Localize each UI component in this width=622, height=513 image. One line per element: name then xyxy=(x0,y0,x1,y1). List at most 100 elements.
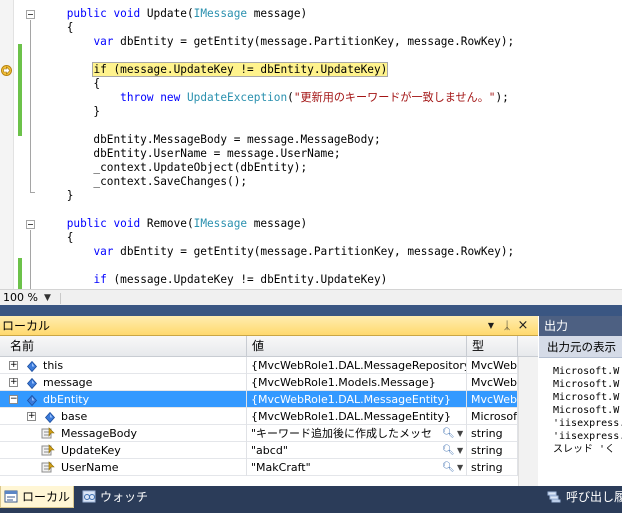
property-icon xyxy=(41,427,55,440)
pin-icon[interactable]: ᛣ xyxy=(500,318,514,333)
window-menu-icon[interactable]: ▼ xyxy=(484,318,498,333)
locals-row[interactable]: + message {MvcWebRole1.Models.Message} MvcW… xyxy=(0,374,538,391)
visualizer-dropdown-icon[interactable]: ▼ xyxy=(457,459,463,476)
current-statement: if (message.UpdateKey != dbEntity.Update… xyxy=(92,62,389,77)
value-cell[interactable]: "キーワード追加後に作成したメッセ 🔍︎ ▼ xyxy=(247,425,467,442)
code-token: { xyxy=(40,21,74,34)
call-stack-icon xyxy=(547,491,561,503)
tab-locals[interactable]: ローカル xyxy=(0,486,74,508)
collapse-icon[interactable]: − xyxy=(9,395,18,404)
variable-value: {MvcWebRole1.Models.Message} xyxy=(251,376,436,389)
code-line[interactable]: _context.SaveChanges(); xyxy=(40,175,247,189)
output-line: 'iisexpress. xyxy=(553,431,622,442)
variable-type: MvcWeb xyxy=(471,359,518,372)
locals-row[interactable]: + this {MvcWebRole1.DAL.MessageRepository}… xyxy=(0,357,538,374)
code-line[interactable]: { xyxy=(40,21,74,35)
visualizer-dropdown-icon[interactable]: ▼ xyxy=(457,442,463,459)
locals-row[interactable]: MessageBody "キーワード追加後に作成したメッセ 🔍︎ ▼ string xyxy=(0,425,538,442)
output-source-bar: 出力元の表示 xyxy=(539,336,622,358)
locals-row[interactable]: − dbEntity {MvcWebRole1.DAL.MessageEntity}… xyxy=(0,391,538,408)
value-cell[interactable]: {MvcWebRole1.DAL.MessageRepository} xyxy=(247,357,467,374)
collapse-update-icon[interactable] xyxy=(26,10,35,19)
close-icon[interactable]: × xyxy=(516,318,530,333)
output-source-label: 出力元の表示 xyxy=(547,340,616,354)
property-icon xyxy=(41,444,55,457)
variable-type: MvcWeb xyxy=(471,376,518,389)
magnifier-icon[interactable]: 🔍︎ xyxy=(442,459,455,476)
variable-icon xyxy=(44,411,56,424)
code-line[interactable]: throw new UpdateException("更新用のキーワードが一致し… xyxy=(40,91,509,105)
code-line[interactable]: { xyxy=(40,77,100,91)
code-token: { xyxy=(40,77,101,90)
locals-title-bar[interactable]: ローカル ▼ ᛣ × xyxy=(0,316,538,336)
expand-icon[interactable]: + xyxy=(9,378,18,387)
value-cell[interactable]: {MvcWebRole1.DAL.MessageEntity} xyxy=(247,408,467,425)
code-token: (message.UpdateKey != dbEntity.UpdateKey… xyxy=(106,273,388,286)
code-token: ( xyxy=(287,91,294,104)
code-line[interactable]: if (message.UpdateKey != dbEntity.Update… xyxy=(40,62,389,77)
panel-splitter[interactable] xyxy=(0,305,622,316)
value-cell[interactable]: "MakCraft" 🔍︎ ▼ xyxy=(247,459,467,476)
variable-value: {MvcWebRole1.DAL.MessageEntity} xyxy=(251,393,451,406)
collapse-remove-icon[interactable] xyxy=(26,220,35,229)
locals-title: ローカル xyxy=(2,319,51,333)
code-editor[interactable]: public void Update(IMessage message) { v… xyxy=(0,0,622,289)
locals-row[interactable]: UserName "MakCraft" 🔍︎ ▼ string xyxy=(0,459,538,476)
code-token: void xyxy=(113,217,141,230)
code-line[interactable]: _context.UpdateObject(dbEntity); xyxy=(40,161,307,175)
tab-locals-label: ローカル xyxy=(22,490,71,504)
zoom-dropdown-icon[interactable]: ▼ xyxy=(44,291,51,305)
zoom-separator xyxy=(60,293,61,304)
code-line[interactable]: public void Remove(IMessage message) xyxy=(40,217,307,231)
column-header-value[interactable]: 値 xyxy=(247,336,467,357)
locals-row[interactable]: UpdateKey "abcd" 🔍︎ ▼ string xyxy=(0,442,538,459)
code-line[interactable]: dbEntity.MessageBody = message.MessageBo… xyxy=(40,133,380,147)
visualizer-dropdown-icon[interactable]: ▼ xyxy=(457,425,463,442)
code-token: IMessage xyxy=(193,7,248,20)
code-token: { xyxy=(40,231,74,244)
code-token: dbEntity.UserName = message.UserName; xyxy=(40,147,341,160)
column-header-type[interactable]: 型 xyxy=(467,336,518,357)
code-line[interactable]: var dbEntity = getEntity(message.Partiti… xyxy=(40,245,514,259)
column-header-name[interactable]: 名前 xyxy=(0,336,247,357)
output-line: Microsoft.W xyxy=(553,392,620,403)
change-tracking-bar xyxy=(18,0,22,289)
expand-icon[interactable]: + xyxy=(9,361,18,370)
type-cell: Microsof xyxy=(467,408,518,425)
variable-type: string xyxy=(471,427,503,440)
code-line[interactable]: var dbEntity = getEntity(message.Partiti… xyxy=(40,35,514,49)
locals-row[interactable]: + base {MvcWebRole1.DAL.MessageEntity} Micr… xyxy=(0,408,538,425)
editor-status-bar: 100 % ▼ xyxy=(0,289,622,305)
variable-name: base xyxy=(61,410,88,423)
zoom-level[interactable]: 100 % xyxy=(3,291,38,305)
variable-value: {MvcWebRole1.DAL.MessageRepository} xyxy=(251,359,467,372)
vertical-scrollbar[interactable] xyxy=(518,357,538,486)
code-line[interactable]: } xyxy=(40,105,100,119)
output-window: 出力 出力元の表示 Microsoft.W Microsoft.W Microsof… xyxy=(539,316,622,486)
tab-call-stack[interactable]: 呼び出し履 xyxy=(545,486,622,508)
type-cell: MvcWeb xyxy=(467,374,518,391)
value-cell[interactable]: {MvcWebRole1.Models.Message} xyxy=(247,374,467,391)
code-line[interactable]: dbEntity.UserName = message.UserName; xyxy=(40,147,341,161)
magnifier-icon[interactable]: 🔍︎ xyxy=(442,425,455,442)
variable-icon xyxy=(26,377,38,390)
code-line[interactable]: } xyxy=(40,189,74,203)
name-cell: UserName xyxy=(0,459,247,476)
tab-call-stack-label: 呼び出し履 xyxy=(566,490,622,504)
value-cell[interactable]: "abcd" 🔍︎ ▼ xyxy=(247,442,467,459)
variable-type: string xyxy=(471,461,503,474)
indicator-margin[interactable] xyxy=(0,0,14,289)
variable-type: string xyxy=(471,444,503,457)
tab-watch[interactable]: ウォッチ xyxy=(80,486,152,508)
code-line[interactable]: if (message.UpdateKey != dbEntity.Update… xyxy=(40,273,387,287)
magnifier-icon[interactable]: 🔍︎ xyxy=(442,442,455,459)
output-title-bar[interactable]: 出力 xyxy=(539,316,622,336)
expand-icon[interactable]: + xyxy=(27,412,36,421)
watch-window-icon xyxy=(82,490,96,503)
code-line[interactable]: public void Update(IMessage message) xyxy=(40,7,307,21)
value-cell[interactable]: {MvcWebRole1.DAL.MessageEntity} xyxy=(247,391,467,408)
code-token: Update( xyxy=(140,7,194,20)
code-line[interactable]: { xyxy=(40,231,74,245)
